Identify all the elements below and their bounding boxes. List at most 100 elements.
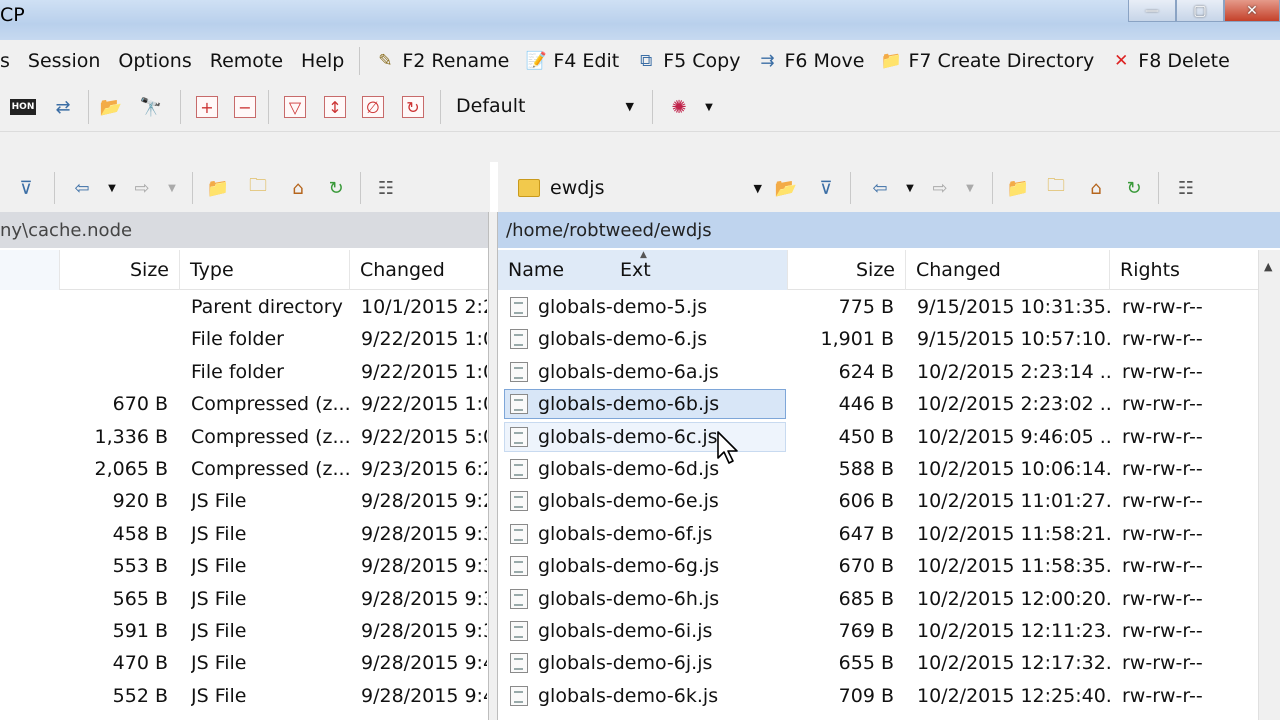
table-row[interactable]: globals-demo-6h.js 685 B 10/2/2015 12:00:2… (498, 583, 1258, 615)
chevron-down-icon[interactable]: ▼ (956, 174, 984, 202)
right-header-rights[interactable]: Rights (1110, 250, 1258, 290)
menu-item-remote[interactable]: Remote (201, 50, 292, 72)
table-row[interactable]: 458 B JS File 9/28/2015 9:3 (0, 518, 488, 550)
file-name-cell[interactable]: globals-demo-6k.js (510, 680, 790, 712)
menu-item-help[interactable]: Help (292, 50, 353, 72)
table-row[interactable]: globals-demo-6.js 1,901 B 9/15/2015 10:57:… (498, 323, 1258, 355)
move-button[interactable]: ⇉ F6 Move (748, 50, 872, 72)
synchronize-icon[interactable]: ⇄ (48, 92, 78, 122)
table-row[interactable]: globals-demo-6k.js 709 B 10/2/2015 12:25:4… (498, 680, 1258, 712)
sort-icon[interactable]: ↕ (320, 92, 350, 122)
right-path-bar[interactable]: /home/robtweed/ewdjs (498, 212, 1280, 248)
table-row[interactable]: globals-demo-6f.js 647 B 10/2/2015 11:58:2… (498, 518, 1258, 550)
file-name-cell[interactable]: globals-demo-6g.js (510, 550, 790, 582)
table-row[interactable]: 670 B Compressed (z... 9/22/2015 1:0 (0, 388, 488, 420)
file-name-cell[interactable]: globals-demo-6d.js (510, 453, 790, 485)
scroll-up-icon[interactable]: ▲ (1264, 260, 1272, 273)
file-name-cell[interactable]: globals-demo-6.js (510, 323, 790, 355)
file-name-cell[interactable]: globals-demo-6i.js (510, 615, 790, 647)
table-row[interactable]: 591 B JS File 9/28/2015 9:3 (0, 615, 488, 647)
right-header-name[interactable]: Name Ext ▲ (498, 250, 788, 290)
table-row[interactable]: globals-demo-6d.js 588 B 10/2/2015 10:06:1… (498, 453, 1258, 485)
console-icon[interactable]: HON (8, 92, 38, 122)
table-row[interactable]: Parent directory 10/1/2015 2:2 (0, 291, 488, 323)
table-row[interactable]: 553 B JS File 9/28/2015 9:3 (0, 550, 488, 582)
maximize-button[interactable]: ▢ (1176, 0, 1224, 22)
table-row[interactable]: 565 B JS File 9/28/2015 9:3 (0, 583, 488, 615)
transfer-settings-select[interactable]: Default ▼ (452, 92, 642, 120)
table-row[interactable]: File folder 9/22/2015 1:0 (0, 356, 488, 388)
left-header-name[interactable] (0, 250, 60, 290)
compare-directories-icon[interactable]: 📂 (96, 92, 126, 122)
table-row[interactable]: globals-demo-6e.js 606 B 10/2/2015 11:01:2… (498, 485, 1258, 517)
back-icon[interactable]: ⇦ (866, 174, 894, 202)
filter-icon[interactable]: ⊽ (812, 174, 840, 202)
table-row[interactable]: globals-demo-6g.js 670 B 10/2/2015 11:58:3… (498, 550, 1258, 582)
root-directory-icon[interactable]: 🗀 (1042, 174, 1070, 202)
transfer-settings-icon[interactable]: ✺ (664, 92, 694, 122)
file-name-cell[interactable]: globals-demo-6h.js (510, 583, 790, 615)
back-icon[interactable]: ⇦ (68, 174, 96, 202)
filter-icon[interactable]: ▽ (280, 92, 310, 122)
table-row[interactable]: 552 B JS File 9/28/2015 9:4 (0, 680, 488, 712)
left-header-size[interactable]: Size (60, 250, 180, 290)
menu-item-files[interactable]: s (0, 50, 19, 72)
home-icon[interactable]: ⌂ (284, 174, 312, 202)
parent-directory-icon[interactable]: 📁 (1004, 174, 1032, 202)
left-header-changed[interactable]: Changed (350, 250, 488, 290)
file-name-cell[interactable]: globals-demo-6e.js (510, 485, 790, 517)
table-row[interactable]: globals-demo-6b.js 446 B 10/2/2015 2:23:02… (498, 388, 1258, 420)
vertical-scrollbar[interactable]: ▲ (1258, 250, 1280, 720)
table-row[interactable]: globals-demo-6j.js 655 B 10/2/2015 12:17:3… (498, 647, 1258, 679)
table-row[interactable]: 920 B JS File 9/28/2015 9:2 (0, 485, 488, 517)
directory-select[interactable]: ewdjs ▼ (510, 172, 768, 204)
table-row[interactable]: 470 B JS File 9/28/2015 9:4 (0, 647, 488, 679)
create-directory-button[interactable]: 📁 F7 Create Directory (872, 50, 1102, 72)
find-files-icon[interactable]: 🔭 (136, 92, 166, 122)
refresh-selection-icon[interactable]: ↻ (398, 92, 428, 122)
select-files-icon[interactable]: + (192, 92, 222, 122)
table-row[interactable]: globals-demo-6a.js 624 B 10/2/2015 2:23:14… (498, 356, 1258, 388)
minimize-button[interactable]: — (1128, 0, 1176, 22)
clear-selection-icon[interactable]: ∅ (358, 92, 388, 122)
menu-item-session[interactable]: Session (19, 50, 110, 72)
parent-directory-icon[interactable]: 📁 (204, 174, 232, 202)
table-row[interactable]: 2,065 B Compressed (z... 9/23/2015 6:2 (0, 453, 488, 485)
table-row[interactable]: globals-demo-5.js 775 B 9/15/2015 10:31:35… (498, 291, 1258, 323)
edit-button[interactable]: 📝 F4 Edit (517, 50, 627, 72)
file-name-cell[interactable]: globals-demo-5.js (510, 291, 790, 323)
rename-button[interactable]: ✎ F2 Rename (366, 50, 517, 72)
table-row[interactable]: globals-demo-6c.js 450 B 10/2/2015 9:46:05… (498, 421, 1258, 453)
file-name-cell[interactable]: globals-demo-6a.js (510, 356, 790, 388)
root-directory-icon[interactable]: 🗀 (244, 174, 272, 202)
chevron-down-icon[interactable]: ▼ (896, 174, 924, 202)
chevron-down-icon[interactable]: ▼ (694, 92, 724, 122)
left-header-type[interactable]: Type (180, 250, 350, 290)
forward-icon[interactable]: ⇨ (926, 174, 954, 202)
filter-icon[interactable]: ⊽ (12, 174, 40, 202)
file-name-cell[interactable]: globals-demo-6j.js (510, 647, 790, 679)
chevron-down-icon[interactable]: ▼ (158, 174, 186, 202)
table-row[interactable]: File folder 9/22/2015 1:0 (0, 323, 488, 355)
delete-button[interactable]: ✕ F8 Delete (1102, 50, 1237, 72)
refresh-icon[interactable]: ↻ (322, 174, 350, 202)
file-name-cell[interactable]: globals-demo-6f.js (510, 518, 790, 550)
refresh-icon[interactable]: ↻ (1120, 174, 1148, 202)
table-row[interactable]: globals-demo-6i.js 769 B 10/2/2015 12:11:2… (498, 615, 1258, 647)
file-name-cell[interactable]: globals-demo-6b.js (510, 388, 790, 420)
open-directory-icon[interactable]: 📂 (772, 174, 800, 202)
forward-icon[interactable]: ⇨ (128, 174, 156, 202)
right-header-size[interactable]: Size (788, 250, 906, 290)
copy-button[interactable]: ⧉ F5 Copy (627, 50, 748, 72)
table-row[interactable]: 1,336 B Compressed (z... 9/22/2015 5:0 (0, 421, 488, 453)
chevron-down-icon[interactable]: ▼ (98, 174, 126, 202)
right-header-changed[interactable]: Changed (906, 250, 1110, 290)
home-icon[interactable]: ⌂ (1082, 174, 1110, 202)
left-path-bar[interactable]: ny\cache.node (0, 212, 488, 248)
file-name-cell[interactable]: globals-demo-6c.js (510, 421, 790, 453)
close-window-button[interactable]: ✕ (1224, 0, 1280, 22)
tree-icon[interactable]: ☷ (1172, 174, 1200, 202)
tree-icon[interactable]: ☷ (372, 174, 400, 202)
unselect-files-icon[interactable]: − (230, 92, 260, 122)
menu-item-options[interactable]: Options (109, 50, 200, 72)
